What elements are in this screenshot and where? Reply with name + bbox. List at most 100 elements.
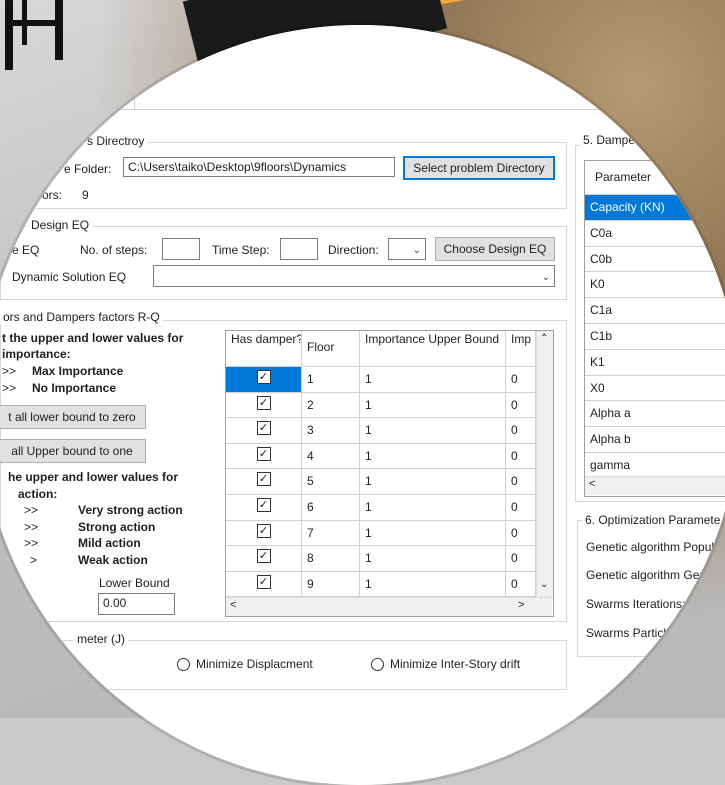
has-damper-checkbox-cell[interactable]: ✓ [226, 418, 302, 444]
importance-upper-cell[interactable]: 1 [360, 469, 506, 495]
action-symbol-4: > [30, 553, 38, 567]
importance-upper-cell[interactable]: 1 [360, 571, 506, 598]
checkbox-checked-icon[interactable]: ✓ [256, 395, 271, 410]
checkbox-checked-icon[interactable]: ✓ [256, 523, 271, 538]
floors-label: ors: [42, 188, 63, 202]
has-damper-checkbox-cell[interactable]: ✓ [226, 367, 302, 393]
direction-label: Direction: [328, 243, 379, 257]
damper-param-row[interactable]: K1 [585, 350, 725, 376]
select-directory-button[interactable]: Select problem Directory [403, 156, 555, 180]
tab-mode[interactable]: de [108, 88, 136, 109]
floor-cell[interactable]: 4 [302, 443, 360, 470]
importance-lower-cell[interactable]: 0 [506, 418, 536, 444]
lower-bound-input[interactable]: 0.00 [98, 593, 175, 615]
importance-upper-cell[interactable]: 1 [360, 520, 506, 547]
damper-param-row[interactable]: C0b [585, 247, 725, 273]
importance-instruction-1: t the upper and lower values for [2, 331, 184, 345]
damper-param-row[interactable]: X0 [585, 376, 725, 402]
importance-upper-cell[interactable]: 1 [360, 443, 506, 470]
damper-param-row[interactable]: Capacity (KN) [585, 195, 725, 221]
checkbox-checked-icon[interactable]: ✓ [256, 370, 271, 384]
action-text-3: Mild action [78, 536, 141, 550]
tab-label: de [115, 92, 129, 106]
set-lower-zero-button[interactable]: t all lower bound to zero [0, 405, 146, 429]
importance-text-none: No Importance [32, 381, 117, 395]
importance-lower-cell[interactable]: 0 [506, 495, 536, 521]
damper-param-row[interactable]: C1a [585, 298, 725, 324]
damper-param-row[interactable]: Alpha b [585, 427, 725, 453]
checkbox-checked-icon[interactable]: ✓ [256, 549, 271, 564]
header-importance-lower: Imp Bo [506, 331, 536, 367]
importance-lower-cell[interactable]: 0 [506, 546, 536, 572]
scroll-up-icon[interactable]: ⌃ [540, 333, 548, 344]
damper-horizontal-scrollbar[interactable]: < [585, 476, 725, 495]
importance-upper-cell[interactable]: 1 [360, 392, 506, 419]
opt-ga-population-label: Genetic algorithm Popula [586, 540, 721, 554]
table-horizontal-scrollbar[interactable]: < > [226, 597, 552, 616]
dynamic-solution-label: Dynamic Solution EQ [12, 270, 127, 284]
radio-minimize-displacement[interactable] [177, 658, 190, 671]
floor-cell[interactable]: 1 [302, 367, 360, 393]
has-damper-checkbox-cell[interactable]: ✓ [226, 520, 302, 547]
action-symbol-3: >> [24, 536, 39, 550]
importance-lower-cell[interactable]: 0 [506, 392, 536, 419]
importance-upper-cell[interactable]: 1 [360, 546, 506, 572]
dynamic-solution-select[interactable]: ⌄ [153, 265, 555, 287]
damper-param-row[interactable]: Alpha a [585, 401, 725, 428]
factors-group-title: ors and Dampers factors R-Q [0, 310, 163, 324]
damper-param-row[interactable]: gamma [585, 453, 725, 479]
importance-lower-cell[interactable]: 0 [506, 571, 536, 598]
floor-cell[interactable]: 2 [302, 392, 360, 419]
eq-label: e EQ [12, 243, 40, 257]
has-damper-checkbox-cell[interactable]: ✓ [226, 546, 302, 572]
importance-upper-cell[interactable]: 1 [360, 495, 506, 521]
design-eq-group-title: Design EQ [28, 218, 93, 232]
choose-design-eq-button[interactable]: Choose Design EQ [435, 237, 555, 261]
timestep-label: Time Step: [212, 243, 270, 257]
timestep-input[interactable] [280, 238, 318, 260]
importance-upper-cell[interactable]: 1 [360, 367, 506, 393]
steps-input[interactable] [162, 238, 200, 260]
importance-lower-cell[interactable]: 0 [506, 443, 536, 470]
damper-param-row[interactable]: K0 [585, 272, 725, 299]
floor-cell[interactable]: 9 [302, 571, 360, 598]
importance-lower-cell[interactable]: 0 [506, 469, 536, 495]
importance-upper-cell[interactable]: 1 [360, 418, 506, 444]
radio-minimize-drift[interactable] [371, 658, 384, 671]
floor-cell[interactable]: 7 [302, 520, 360, 547]
checkbox-checked-icon[interactable]: ✓ [256, 421, 271, 436]
lower-bound-value: 0.00 [103, 596, 127, 610]
folder-path-value: C:\Users\taiko\Desktop\9floors\Dynamics [128, 160, 347, 174]
has-damper-checkbox-cell[interactable]: ✓ [226, 469, 302, 495]
optimization-group-title: 6. Optimization Paramete [582, 513, 724, 527]
checkbox-checked-icon[interactable]: ✓ [256, 498, 271, 512]
set-upper-one-button[interactable]: all Upper bound to one [0, 439, 146, 463]
app-window: de s Directroy e Folder: C:\Users\taiko\… [0, 25, 725, 760]
damper-table: Parameter Capacity (KN) C0a C0b K0 C1a C1b K1 X… [584, 160, 725, 497]
has-damper-checkbox-cell[interactable]: ✓ [226, 392, 302, 419]
table-vertical-scrollbar[interactable]: ⌃ ⌄ [536, 331, 553, 599]
importance-lower-cell[interactable]: 0 [506, 367, 536, 393]
scroll-right-icon[interactable]: > [518, 599, 524, 611]
directory-group-title: s Directroy [84, 134, 148, 148]
checkbox-checked-icon[interactable]: ✓ [256, 446, 271, 461]
has-damper-checkbox-cell[interactable]: ✓ [226, 495, 302, 521]
floor-cell[interactable]: 3 [302, 418, 360, 444]
radio-minimize-drift-label: Minimize Inter-Story drift [390, 657, 521, 671]
floor-cell[interactable]: 8 [302, 546, 360, 572]
floor-cell[interactable]: 6 [302, 495, 360, 521]
scroll-down-icon[interactable]: ⌄ [540, 579, 548, 590]
checkbox-checked-icon[interactable]: ✓ [256, 574, 271, 589]
direction-select[interactable]: ⌄ [388, 238, 426, 260]
checkbox-checked-icon[interactable]: ✓ [256, 472, 271, 487]
scroll-left-icon[interactable]: < [589, 478, 595, 490]
scroll-left-icon[interactable]: < [230, 599, 236, 611]
damper-param-row[interactable]: C1b [585, 324, 725, 350]
folder-path-input[interactable]: C:\Users\taiko\Desktop\9floors\Dynamics [123, 157, 395, 177]
floor-cell[interactable]: 5 [302, 469, 360, 495]
has-damper-checkbox-cell[interactable]: ✓ [226, 571, 302, 598]
has-damper-checkbox-cell[interactable]: ✓ [226, 443, 302, 470]
importance-text-max: Max Importance [32, 364, 124, 378]
damper-param-row[interactable]: C0a [585, 221, 725, 247]
importance-lower-cell[interactable]: 0 [506, 520, 536, 547]
